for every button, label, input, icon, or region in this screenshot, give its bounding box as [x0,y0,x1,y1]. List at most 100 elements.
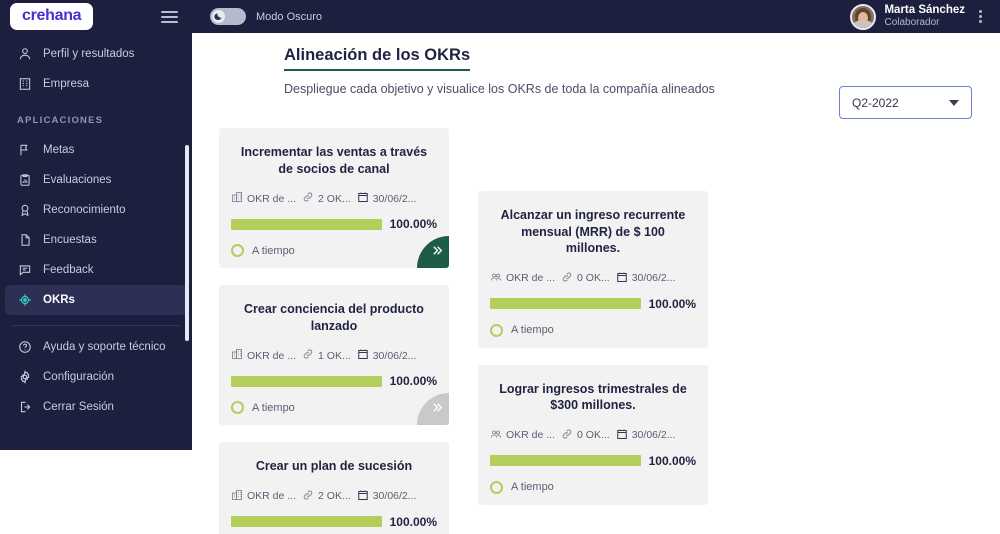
card-meta-text: 0 OK... [577,429,610,441]
logo-text: crehana [22,7,82,24]
okr-card-meta: OKR de ... 2 OK... 30/06/2... [231,489,437,504]
progress-bar-fill [231,375,382,387]
building-icon [231,348,243,363]
sidebar-item-cerrar-sesion[interactable]: Cerrar Sesión [5,392,187,422]
sidebar-item-ayuda-y-soporte[interactable]: Ayuda y soporte técnico [5,332,187,362]
logo[interactable]: crehana [10,3,94,30]
sidebar-item-reconocimiento[interactable]: Reconocimiento [5,195,187,225]
sidebar-item-label: Ayuda y soporte técnico [43,341,166,353]
card-meta-item: OKR de ... [490,271,555,286]
okr-card-title: Lograr ingresos trimestrales de $300 mil… [499,381,687,413]
card-meta-item: 2 OK... [302,489,351,504]
card-meta-item: 0 OK... [561,271,610,286]
user-name: Marta Sánchez [884,4,965,17]
avatar [850,3,877,30]
status-badge-icon [490,480,503,494]
period-select[interactable]: Q2-2022 [839,86,972,119]
okr-card[interactable]: Incrementar las ventas a través de socio… [219,128,449,268]
card-meta-item: OKR de ... [231,191,296,206]
okr-card[interactable]: Lograr ingresos trimestrales de $300 mil… [478,364,708,505]
okr-card-title: Incrementar las ventas a través de socio… [240,145,428,176]
sidebar-item-metas[interactable]: Metas [5,135,187,165]
calendar-icon [616,271,628,286]
card-meta-item: OKR de ... [231,489,296,504]
logout-icon [17,400,32,415]
progress-bar-track [231,375,382,387]
card-meta-text: 30/06/2... [372,192,417,205]
chat-icon [17,263,32,278]
progress-percent-label: 100.00% [389,217,437,231]
okr-card-progress: 100.00% [231,374,437,388]
sidebar-item-encuestas[interactable]: Encuestas [5,225,187,255]
card-meta-item: 30/06/2... [357,348,417,363]
more-vertical-icon[interactable] [973,6,988,27]
expand-children-button[interactable] [417,393,449,425]
user-menu[interactable]: Marta Sánchez Colaborador [850,3,992,30]
okr-card[interactable]: Crear un plan de sucesión OKR de ... 2 OK.… [219,442,449,534]
user-role: Colaborador [884,17,940,29]
okr-card-status: A tiempo [490,323,696,337]
card-meta-text: 1 OK... [318,349,351,362]
status-badge: A tiempo [252,401,295,414]
sidebar-item-empresa[interactable]: Empresa [5,69,187,99]
team-icon [490,271,502,286]
status-badge-icon [231,401,244,414]
okr-card[interactable]: Alcanzar un ingreso recurrente mensual (… [478,191,708,348]
status-badge-icon [231,244,244,257]
status-badge: A tiempo [511,481,554,493]
sidebar-item-label: Evaluaciones [43,174,112,186]
okr-card-meta: OKR de ... 2 OK... 30/06/2... [231,191,437,206]
double-chevron-right-icon [431,244,444,262]
progress-bar-track [490,455,641,466]
sidebar-item-feedback[interactable]: Feedback [5,255,187,285]
expand-children-button[interactable] [417,236,449,268]
sidebar: crehana Perfil y resultados Empresa APLI… [0,0,192,450]
card-meta-text: OKR de ... [247,192,297,205]
progress-bar-fill [490,298,641,309]
sidebar-scrollbar[interactable] [185,145,189,341]
card-meta-item: 30/06/2... [357,489,417,504]
user-icon [17,47,32,62]
toggle-track [210,8,246,25]
calendar-icon [357,489,369,504]
okr-card-progress: 100.00% [490,297,696,311]
hamburger-icon[interactable] [161,10,178,23]
link-icon [561,271,573,286]
target-icon [17,293,32,308]
sidebar-item-okrs[interactable]: OKRs [5,285,187,315]
okr-card-status: A tiempo [231,244,437,257]
card-meta-text: 0 OK... [577,272,610,284]
card-meta-text: 2 OK... [318,490,351,502]
sidebar-item-evaluaciones[interactable]: Evaluaciones [5,165,187,195]
okr-card-status: A tiempo [490,480,696,494]
progress-bar-fill [231,218,382,230]
clipboard-icon [17,173,32,188]
okr-card-meta: OKR de ... 0 OK... 30/06/2... [490,271,696,286]
building-icon [17,77,32,92]
okr-card-progress: 100.00% [490,454,696,468]
moon-icon [214,13,222,20]
okr-card-progress: 100.00% [231,217,437,231]
link-icon [302,489,314,504]
dark-mode-label: Modo Oscuro [256,10,323,23]
help-circle-icon [17,340,32,355]
card-meta-text: OKR de ... [506,429,556,441]
sidebar-item-perfil-y-resultados[interactable]: Perfil y resultados [5,39,187,69]
sidebar-item-configuracion[interactable]: Configuración [5,362,187,392]
okr-card-title: Crear un plan de sucesión [255,459,413,473]
user-info: Marta Sánchez Colaborador [884,3,965,30]
calendar-icon [357,348,369,363]
dark-mode-toggle[interactable]: Modo Oscuro [210,8,322,25]
card-meta-text: OKR de ... [506,272,556,284]
progress-percent-label: 100.00% [648,296,696,311]
okr-card[interactable]: Crear conciencia del producto lanzado OKR… [219,285,449,425]
gear-icon [17,370,32,385]
card-meta-text: 30/06/2... [631,272,676,284]
progress-percent-label: 100.00% [389,374,437,388]
card-meta-item: 30/06/2... [357,191,417,206]
card-meta-text: 30/06/2... [631,429,676,441]
sidebar-item-label: OKRs [43,294,75,306]
card-meta-text: 30/06/2... [372,490,417,502]
sidebar-item-label: Configuración [43,371,114,383]
progress-percent-label: 100.00% [389,514,437,529]
